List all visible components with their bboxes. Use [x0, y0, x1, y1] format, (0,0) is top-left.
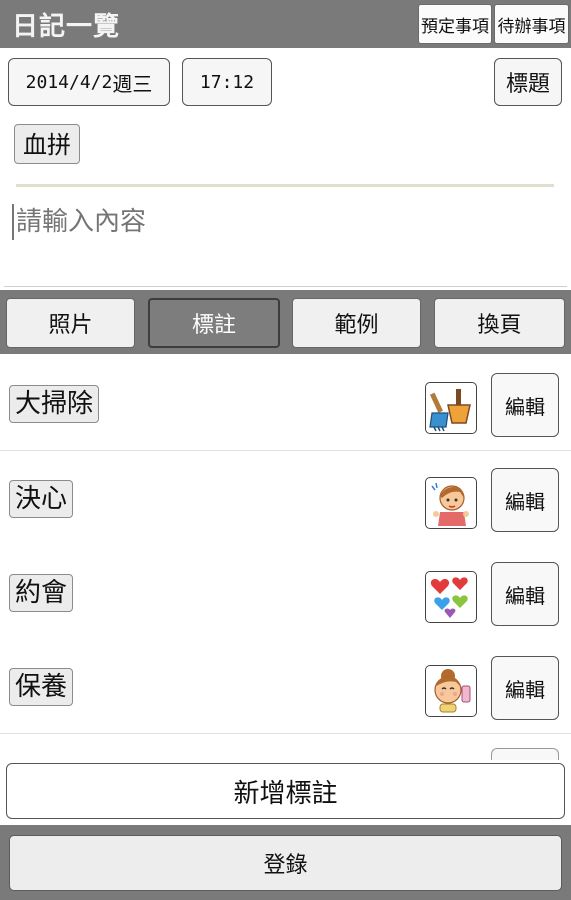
stamp-label: 大掃除 — [9, 385, 100, 423]
date-value: 2014/4/2 — [25, 71, 113, 93]
time-field[interactable]: 17:12 — [182, 58, 272, 106]
stamp-label: 保養 — [9, 668, 74, 706]
hearts-icon — [425, 571, 477, 623]
content-input[interactable] — [12, 204, 552, 240]
tab-bar: 照片 標註 範例 換頁 — [0, 290, 571, 354]
list-item[interactable]: 大掃除 編輯 — [0, 356, 571, 451]
broom-dustpan-icon — [425, 382, 477, 434]
list-item[interactable]: 約會 編輯 — [0, 545, 571, 640]
content-underline — [4, 286, 567, 287]
todo-items-button[interactable]: 待辦事項 — [494, 4, 569, 44]
list-item[interactable]: 決心 編輯 — [0, 451, 571, 546]
title-button[interactable]: 標題 — [494, 58, 562, 106]
date-field[interactable]: 2014/4/2 週三 — [8, 58, 170, 106]
page-title: 日記一覽 — [12, 12, 121, 42]
add-stamp-button[interactable]: 新增標註 — [6, 763, 565, 819]
shopping-tag[interactable]: 血拼 — [14, 124, 80, 164]
tab-next-page[interactable]: 換頁 — [434, 298, 565, 348]
skincare-girl-icon — [425, 665, 477, 717]
scheduled-items-button[interactable]: 預定事項 — [418, 4, 492, 44]
edit-button[interactable]: 編輯 — [491, 373, 559, 437]
edit-button-partial — [491, 748, 559, 760]
tab-stamps[interactable]: 標註 — [148, 298, 280, 348]
register-button[interactable]: 登錄 — [9, 835, 562, 891]
weekday-value: 週三 — [112, 71, 153, 96]
footer-bar: 登錄 — [0, 825, 571, 900]
tab-photo[interactable]: 照片 — [6, 298, 135, 348]
determined-girl-icon — [425, 477, 477, 529]
edit-button[interactable]: 編輯 — [491, 562, 559, 626]
time-value: 17:12 — [199, 71, 255, 93]
stamp-label: 約會 — [9, 574, 74, 612]
app-header: 日記一覽 預定事項 待辦事項 — [0, 0, 571, 48]
divider — [16, 184, 554, 187]
stamp-label: 決心 — [9, 480, 74, 518]
list-item[interactable]: 保養 編輯 — [0, 639, 571, 734]
tab-examples[interactable]: 範例 — [292, 298, 421, 348]
edit-button[interactable]: 編輯 — [491, 656, 559, 720]
edit-button[interactable]: 編輯 — [491, 468, 559, 532]
